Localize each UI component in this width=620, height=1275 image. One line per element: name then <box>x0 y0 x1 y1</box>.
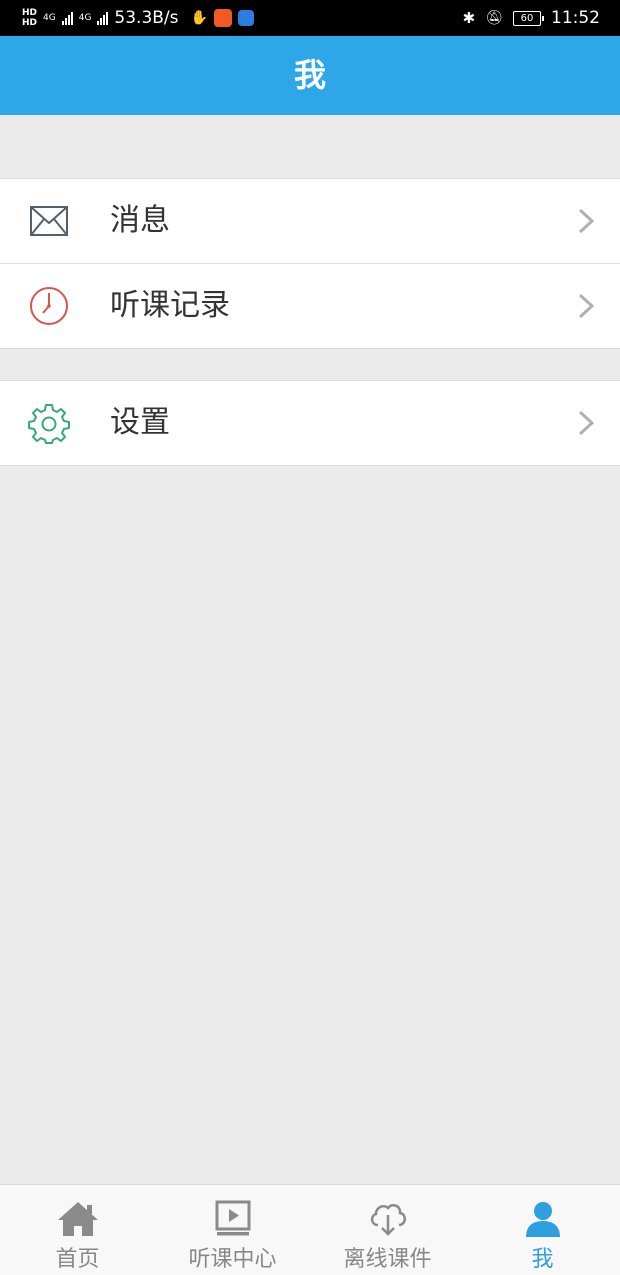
battery-icon: 60 <box>513 10 544 26</box>
vibrate-icon: ✋ <box>190 10 208 26</box>
mute-bell-icon: 🔕︎ <box>485 10 503 26</box>
status-left: HD HD 4G 4G 53.3B/s ✋ <box>22 0 254 36</box>
nav-label-offline-courses: 离线课件 <box>343 1247 432 1272</box>
bottom-nav: 首页 听课中心 离线课件 我 <box>0 1184 620 1275</box>
home-icon <box>57 1202 98 1236</box>
nav-tab-home[interactable]: 首页 <box>0 1185 155 1275</box>
shield-notification-icon <box>237 10 254 26</box>
nav-tab-course-center[interactable]: 听课中心 <box>155 1185 310 1275</box>
status-bar: HD HD 4G 4G 53.3B/s ✋ ✱ 🔕︎ 60 11:52 <box>0 0 620 36</box>
battery-level: 60 <box>520 12 534 24</box>
mail-icon <box>30 206 68 236</box>
menu-item-listening-history[interactable]: 听课记录 <box>0 264 620 348</box>
network-type-1: 4G <box>43 13 56 23</box>
nav-tab-offline-courses[interactable]: 离线课件 <box>310 1185 465 1275</box>
nav-label-course-center: 听课中心 <box>188 1247 277 1272</box>
menu-label-listening-history: 听课记录 <box>110 288 230 323</box>
page-title: 我 <box>293 56 326 94</box>
app-notification-icon <box>213 9 232 27</box>
app-header: 我 <box>0 36 620 115</box>
hd-label-bottom: HD <box>22 18 38 28</box>
status-right: ✱ 🔕︎ 60 11:52 <box>463 0 600 36</box>
signal-icon <box>61 11 73 25</box>
menu-group-secondary: 设置 <box>0 380 620 466</box>
bluetooth-icon: ✱ <box>462 9 476 27</box>
video-icon <box>215 1200 250 1236</box>
chevron-right-icon <box>578 293 595 319</box>
nav-tab-me[interactable]: 我 <box>465 1185 620 1275</box>
chevron-right-icon <box>578 410 595 436</box>
menu-label-messages: 消息 <box>110 203 170 238</box>
menu-group-primary: 消息 听课记录 <box>0 178 620 349</box>
menu-item-messages[interactable]: 消息 <box>0 179 620 264</box>
chevron-right-icon <box>578 208 595 234</box>
clock-time: 11:52 <box>551 8 600 28</box>
hd-label-top: HD <box>22 8 38 18</box>
nav-label-home: 首页 <box>55 1247 100 1272</box>
network-speed: 53.3B/s <box>114 8 179 28</box>
nav-label-me: 我 <box>531 1247 554 1272</box>
cloud-download-icon <box>370 1204 406 1236</box>
signal-icon <box>97 11 109 25</box>
hd-indicator: HD HD <box>22 8 37 28</box>
network-type-2: 4G <box>78 13 92 23</box>
user-icon <box>525 1202 560 1237</box>
clock-icon <box>30 287 68 325</box>
menu-label-settings: 设置 <box>110 405 170 440</box>
menu-item-settings[interactable]: 设置 <box>0 381 620 465</box>
gear-icon <box>28 404 70 444</box>
